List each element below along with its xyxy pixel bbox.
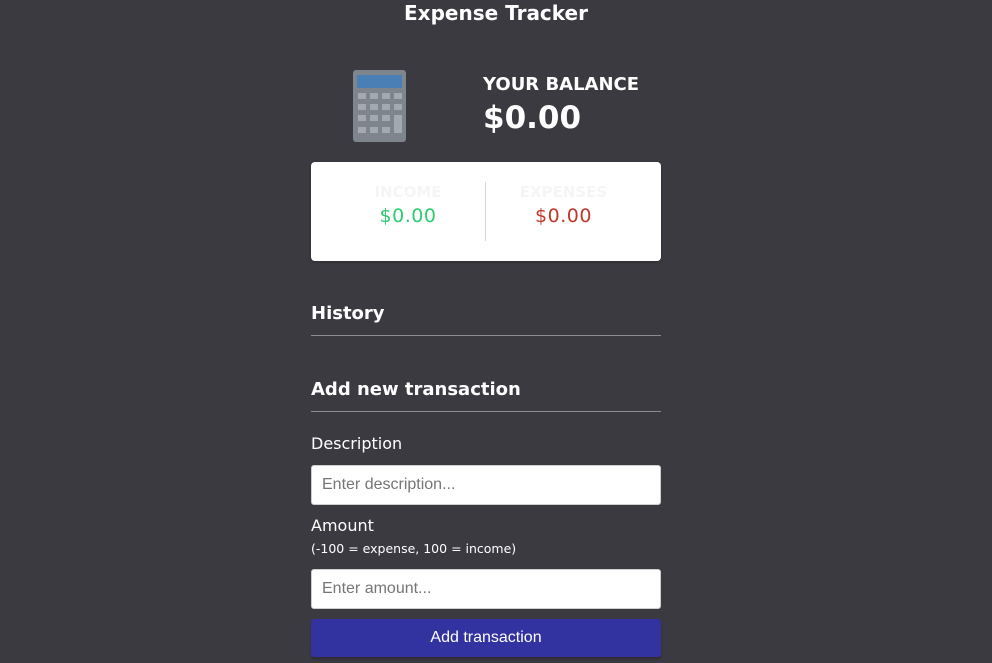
income-expense-card: INCOME $0.00 EXPENSES $0.00 [311,162,661,261]
expense-column: EXPENSES $0.00 [486,182,641,228]
income-value: $0.00 [379,205,437,227]
add-transaction-title: Add new transaction [311,378,661,412]
income-column: INCOME $0.00 [330,182,486,228]
expense-value: $0.00 [535,205,592,227]
amount-label: Amount [311,516,374,535]
amount-hint: (-100 = expense, 100 = income) [311,541,517,556]
amount-input[interactable] [311,569,661,609]
description-input[interactable] [311,465,661,505]
description-label: Description [311,434,403,453]
income-label: INCOME [374,183,442,201]
app-title: Expense Tracker [404,1,588,25]
balance-value: $0.00 [483,100,582,136]
history-title: History [311,302,661,336]
calculator-icon [353,70,406,142]
expense-label: EXPENSES [519,183,608,201]
add-transaction-button[interactable]: Add transaction [311,619,661,657]
balance-label: YOUR BALANCE [483,74,640,95]
